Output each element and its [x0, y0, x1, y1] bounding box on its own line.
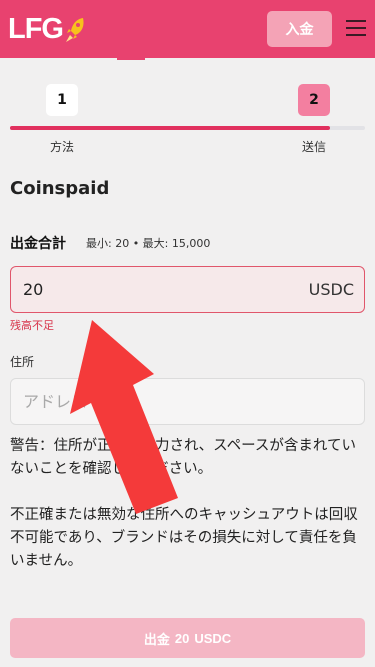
step-2-indicator[interactable]: 2 [298, 84, 330, 116]
amount-currency: USDC [308, 280, 354, 299]
address-input[interactable] [10, 378, 365, 425]
submit-label: 出金 [143, 631, 170, 647]
warning-paragraph-1: 警告：住所が正しく入力され、スペースが含まれていないことを確認してください。 [10, 438, 356, 477]
logo[interactable]: LFG [8, 13, 86, 46]
step-1-label: 方法 [50, 140, 75, 154]
deposit-button[interactable]: 入金 [267, 11, 332, 47]
tab-indicator [117, 58, 145, 60]
step-2-label: 送信 [302, 140, 327, 154]
withdraw-submit-button[interactable]: 出金 20 USDC [10, 618, 365, 658]
progress-fill [10, 126, 330, 130]
submit-amount: 20 [174, 630, 190, 646]
app-header: LFG 入金 [0, 0, 375, 58]
warning-paragraph-2: 不正確または無効な住所へのキャッシュアウトは回収不可能であり、ブランドはその損失… [10, 507, 358, 569]
hamburger-menu-icon[interactable] [346, 20, 366, 36]
step-1-indicator[interactable]: 1 [46, 84, 78, 116]
amount-value: 20 [23, 280, 44, 299]
amount-limits: 最小: 20 • 最大: 15,000 [86, 237, 211, 250]
submit-currency: USDC [194, 630, 232, 646]
withdraw-amount-label: 出金合計 [10, 236, 66, 252]
insufficient-balance-error: 残高不足 [10, 319, 54, 332]
amount-input[interactable]: 20 USDC [10, 266, 365, 313]
payment-method-title: Coinspaid [10, 178, 110, 199]
logo-text: LFG [8, 13, 64, 45]
address-label: 住所 [10, 355, 35, 369]
warning-text: 警告：住所が正しく入力され、スペースが含まれていないことを確認してください。 不… [10, 435, 365, 573]
rocket-icon [66, 17, 84, 42]
